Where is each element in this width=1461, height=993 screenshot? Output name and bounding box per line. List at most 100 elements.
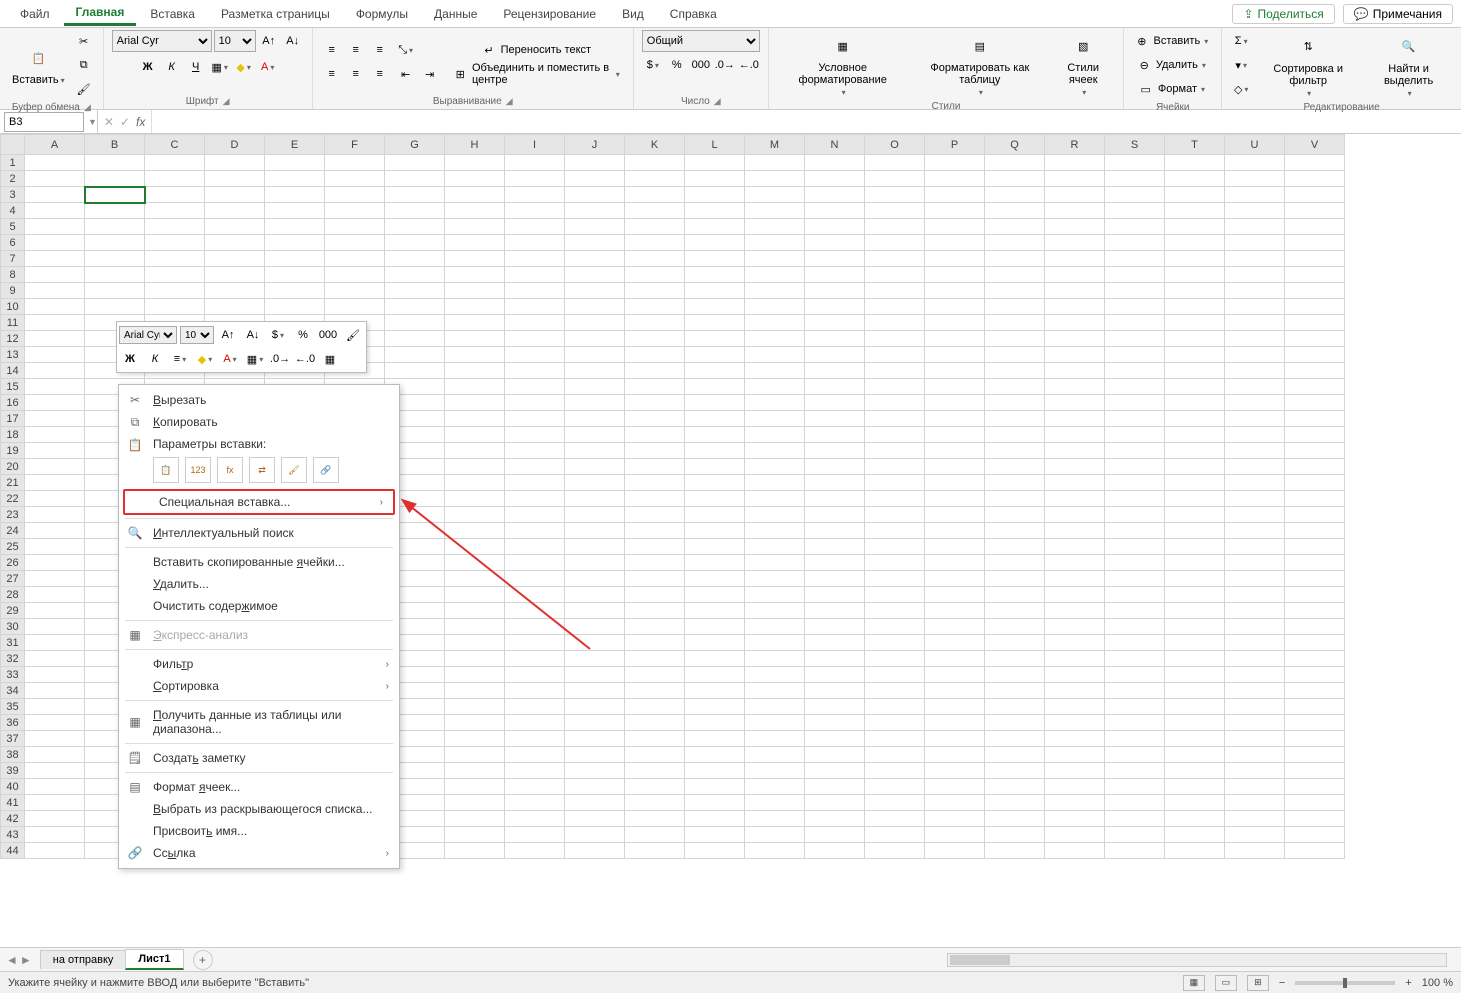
cell[interactable] [1165,699,1225,715]
cell[interactable] [1165,459,1225,475]
cell[interactable] [805,603,865,619]
cell[interactable] [805,587,865,603]
cell[interactable] [625,187,685,203]
ctx-copy[interactable]: ⧉Копировать [119,411,399,433]
cell[interactable] [505,379,565,395]
fx-icon[interactable]: fx [136,115,145,129]
cell[interactable] [1165,219,1225,235]
cell[interactable] [685,619,745,635]
cell[interactable] [445,475,505,491]
cell[interactable] [745,827,805,843]
cell[interactable] [205,251,265,267]
cell[interactable] [565,763,625,779]
ctx-clear-contents[interactable]: Очистить содержимое [119,595,399,617]
row-header[interactable]: 33 [1,667,25,683]
accounting-format[interactable]: $ [642,54,664,76]
cell[interactable] [265,171,325,187]
cell[interactable] [625,267,685,283]
cell[interactable] [805,827,865,843]
cell[interactable] [1165,427,1225,443]
cell[interactable] [505,571,565,587]
cell[interactable] [445,731,505,747]
cell[interactable] [445,379,505,395]
row-header[interactable]: 38 [1,747,25,763]
cell[interactable] [865,395,925,411]
cell[interactable] [1045,443,1105,459]
alignment-launcher[interactable]: ◢ [506,96,513,107]
cell[interactable] [565,411,625,427]
cell[interactable] [1285,763,1345,779]
cell[interactable] [625,763,685,779]
cell[interactable] [1225,443,1285,459]
cell[interactable] [925,155,985,171]
zoom-slider[interactable] [1295,981,1395,985]
cell[interactable] [1285,187,1345,203]
cell[interactable] [1285,395,1345,411]
sheet-tab-1[interactable]: на отправку [40,950,127,969]
cell[interactable] [25,603,85,619]
cell[interactable] [505,763,565,779]
paste-opt-all[interactable]: 📋 [153,457,179,483]
cell[interactable] [1285,747,1345,763]
cell[interactable] [685,347,745,363]
cell[interactable] [1225,651,1285,667]
cell[interactable] [985,507,1045,523]
cell[interactable] [565,683,625,699]
cell[interactable] [565,219,625,235]
cell[interactable] [565,651,625,667]
cell[interactable] [805,491,865,507]
cell[interactable] [745,411,805,427]
cell[interactable] [25,555,85,571]
cell[interactable] [685,571,745,587]
cell[interactable] [925,731,985,747]
cell[interactable] [865,347,925,363]
cell[interactable] [985,475,1045,491]
cell[interactable] [25,635,85,651]
cell[interactable] [625,411,685,427]
cell[interactable] [25,619,85,635]
cell[interactable] [1165,507,1225,523]
cell[interactable] [445,715,505,731]
cell[interactable] [925,203,985,219]
cell[interactable] [445,651,505,667]
cell[interactable] [685,635,745,651]
cell[interactable] [745,299,805,315]
cell[interactable] [685,779,745,795]
cell[interactable] [445,251,505,267]
cell[interactable] [925,251,985,267]
cell[interactable] [565,811,625,827]
cell[interactable] [565,347,625,363]
cell[interactable] [1105,347,1165,363]
cell[interactable] [625,811,685,827]
cell[interactable] [925,411,985,427]
cell[interactable] [1285,267,1345,283]
align-bottom[interactable]: ≡ [369,39,391,61]
cell[interactable] [1105,539,1165,555]
cell[interactable] [865,651,925,667]
cell[interactable] [985,235,1045,251]
cell[interactable] [805,283,865,299]
cell[interactable] [805,299,865,315]
cell[interactable] [685,715,745,731]
cell[interactable] [1225,507,1285,523]
cell[interactable] [565,715,625,731]
cell[interactable] [685,219,745,235]
cell[interactable] [85,235,145,251]
cell[interactable] [865,427,925,443]
cell[interactable] [1225,187,1285,203]
cell[interactable] [1285,475,1345,491]
confirm-edit-icon[interactable]: ✓ [120,115,130,129]
grow-font-button[interactable]: A↑ [258,30,280,52]
cell[interactable] [25,443,85,459]
cell[interactable] [805,731,865,747]
cell[interactable] [1045,795,1105,811]
cell[interactable] [1225,267,1285,283]
row-header[interactable]: 41 [1,795,25,811]
cell[interactable] [565,187,625,203]
cell[interactable] [505,827,565,843]
cell[interactable] [325,171,385,187]
cell[interactable] [865,523,925,539]
cell[interactable] [985,299,1045,315]
cell[interactable] [625,539,685,555]
cell[interactable] [1165,267,1225,283]
